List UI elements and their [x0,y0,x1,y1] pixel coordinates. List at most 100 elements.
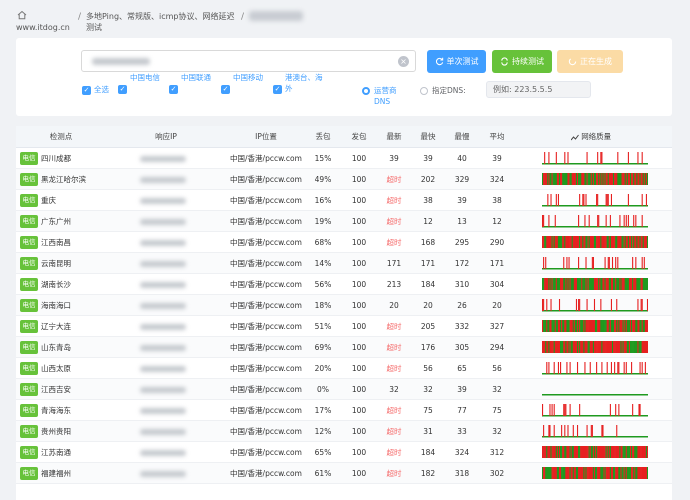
cell-loss: 19% [314,217,332,226]
probe-location: 山东青岛 [41,343,71,352]
isp-badge: 电信 [20,425,38,438]
checkbox-unicom[interactable]: ✓ 中国联通 [169,72,217,94]
table-row[interactable]: 电信 云南昆明 中国/香港/pccw.com 14% 100 171 171 172 171 [16,253,672,274]
quality-strip [542,236,648,248]
cell-fastest: 184 [420,448,436,457]
response-ip-redacted [140,429,186,435]
packet-lost-mark [617,362,619,374]
cell-latest: 32 [389,385,399,394]
packet-lost-mark [610,299,612,311]
breadcrumb-page-title[interactable]: 多地Ping、常规版、icmp协议、网络延迟测试 [86,11,238,33]
packet-lost-mark [640,299,642,311]
ip-location: 中国/香港/pccw.com [230,259,302,268]
cell-latest: 超时 [386,217,402,226]
cell-sent: 100 [351,385,367,394]
table-row[interactable]: 电信 贵州贵阳 中国/香港/pccw.com 12% 100 超时 31 33 32 [16,421,672,442]
packet-lost-mark [617,152,619,164]
cell-avg: 20 [492,301,502,310]
column-header[interactable]: 检测点 [16,126,106,148]
loop-icon [501,57,508,66]
checkbox-overseas[interactable]: ✓ 港澳台、海外 [273,72,329,94]
table-row[interactable]: 电信 广东广州 中国/香港/pccw.com 19% 100 超时 12 13 12 [16,211,672,232]
packet-lost-mark [637,152,639,164]
checkbox-checked-icon: ✓ [273,85,282,94]
ip-location: 中国/香港/pccw.com [230,154,302,163]
dns-input[interactable]: 例如: 223.5.5.5 [486,81,591,98]
table-row[interactable]: 电信 海南海口 中国/香港/pccw.com 18% 100 20 20 26 20 [16,295,672,316]
checkbox-telecom[interactable]: ✓ 中国电信 [118,72,166,94]
cell-sent: 100 [351,427,367,436]
cell-slowest: 39 [457,196,467,205]
packet-lost-mark [578,215,580,227]
packet-lost-mark [586,425,588,437]
column-header[interactable]: 平均 [482,126,512,148]
generating-button[interactable]: 正在生成 [557,50,623,73]
table-row[interactable]: 电信 山东青岛 中国/香港/pccw.com 69% 100 超时 176 305 294 [16,337,672,358]
column-header-quality[interactable]: 网络质量 [546,126,636,148]
packet-lost-mark [579,404,581,416]
table-row[interactable]: 电信 青海海东 中国/香港/pccw.com 17% 100 超时 75 77 75 [16,400,672,421]
column-header[interactable]: 最新 [379,126,409,148]
packet-lost-mark [609,404,611,416]
table-row[interactable]: 电信 江西南昌 中国/香港/pccw.com 68% 100 超时 168 295 290 [16,232,672,253]
cell-avg: 75 [492,406,502,415]
packet-lost-mark [639,362,641,374]
table-row[interactable]: 电信 江西吉安 中国/香港/pccw.com 0% 100 32 32 39 32 [16,379,672,400]
site-link[interactable]: www.itdog.cn [16,23,70,32]
cell-avg: 294 [489,343,505,352]
isp-badge: 电信 [20,215,38,228]
table-row[interactable]: 电信 福建福州 中国/香港/pccw.com 61% 100 超时 182 318 302 [16,463,672,484]
column-header[interactable]: 响应IP [106,126,226,148]
packet-lost-mark [548,425,550,437]
cell-latest: 超时 [386,322,402,331]
radio-custom-dns[interactable]: 指定DNS: [420,85,468,96]
cell-latest: 超时 [386,364,402,373]
column-header[interactable]: IP位置 [216,126,316,148]
packet-lost-mark [641,215,643,227]
quality-strip [542,194,648,207]
single-test-button[interactable]: 单次测试 [427,50,486,73]
cell-sent: 100 [351,280,367,289]
quality-strip [542,446,648,458]
table-row[interactable]: 电信 重庆 中国/香港/pccw.com 16% 100 超时 38 39 38 [16,190,672,211]
continuous-test-label: 持续测试 [512,57,544,66]
packet-lost-mark [627,152,629,164]
packet-lost-mark [569,404,571,416]
column-header[interactable]: 丢包 [308,126,338,148]
column-header[interactable]: 发包 [344,126,374,148]
table-row[interactable]: 电信 江苏南通 中国/香港/pccw.com 65% 100 超时 184 324 312 [16,442,672,463]
isp-badge: 电信 [20,383,38,396]
packet-lost-mark [625,215,627,227]
refresh-icon [435,57,443,66]
column-header[interactable]: 最快 [413,126,443,148]
quality-strip [542,278,648,290]
isp-badge: 电信 [20,152,38,165]
packet-lost-mark [563,257,565,269]
packet-lost-mark [542,299,544,311]
target-host-input[interactable]: × [81,50,416,72]
home-icon[interactable] [17,10,27,20]
isp-badge: 电信 [20,257,38,270]
clear-icon[interactable]: × [398,56,409,67]
continuous-test-button[interactable]: 持续测试 [492,50,552,73]
cell-avg: 324 [489,175,505,184]
checkbox-mobile[interactable]: ✓ 中国移动 [221,72,269,94]
packet-lost-mark [635,257,637,269]
radio-isp-dns[interactable]: 运营商DNS [362,85,404,107]
ip-location: 中国/香港/pccw.com [230,448,302,457]
table-row[interactable]: 电信 四川成都 中国/香港/pccw.com 15% 100 39 39 40 39 [16,148,672,169]
table-row[interactable]: 电信 湖南长沙 中国/香港/pccw.com 56% 100 213 184 310 304 [16,274,672,295]
table-row[interactable]: 电信 辽宁大连 中国/香港/pccw.com 51% 100 超时 205 332 327 [16,316,672,337]
cell-slowest: 318 [454,469,470,478]
table-row[interactable]: 电信 黑龙江哈尔滨 中国/香港/pccw.com 49% 100 超时 202 329 324 [16,169,672,190]
cell-fastest: 39 [423,154,433,163]
cell-avg: 327 [489,322,505,331]
table-row[interactable]: 电信 山西太原 中国/香港/pccw.com 20% 100 超时 56 65 56 [16,358,672,379]
packet-lost-mark [607,194,609,206]
cell-slowest: 295 [454,238,470,247]
column-header[interactable]: 最慢 [446,126,478,148]
packet-lost-mark [601,425,603,437]
packet-lost-mark [550,299,552,311]
packet-lost-mark [572,425,574,437]
cell-sent: 100 [351,343,367,352]
